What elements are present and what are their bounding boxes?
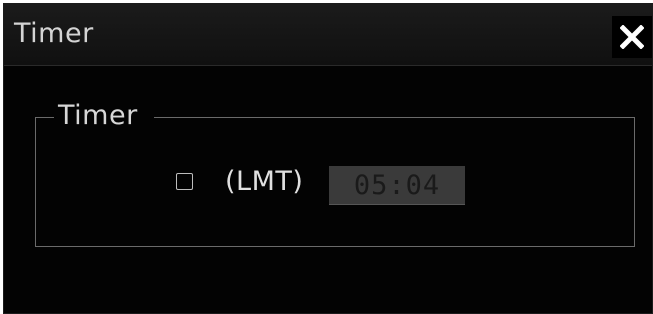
timer-group-box: Timer (LMT) 05:04 <box>35 100 635 247</box>
close-icon <box>620 25 644 49</box>
dialog-title: Timer <box>14 18 94 49</box>
lmt-timer-checkbox[interactable] <box>176 173 193 190</box>
timer-dialog: Timer Timer (LMT) 05:04 <box>3 3 653 314</box>
timer-time-field[interactable]: 05:04 <box>329 166 465 205</box>
title-bar: Timer <box>4 4 652 66</box>
lmt-label: (LMT) <box>225 166 304 197</box>
close-button[interactable] <box>612 16 652 58</box>
timer-group-legend: Timer <box>54 100 154 131</box>
